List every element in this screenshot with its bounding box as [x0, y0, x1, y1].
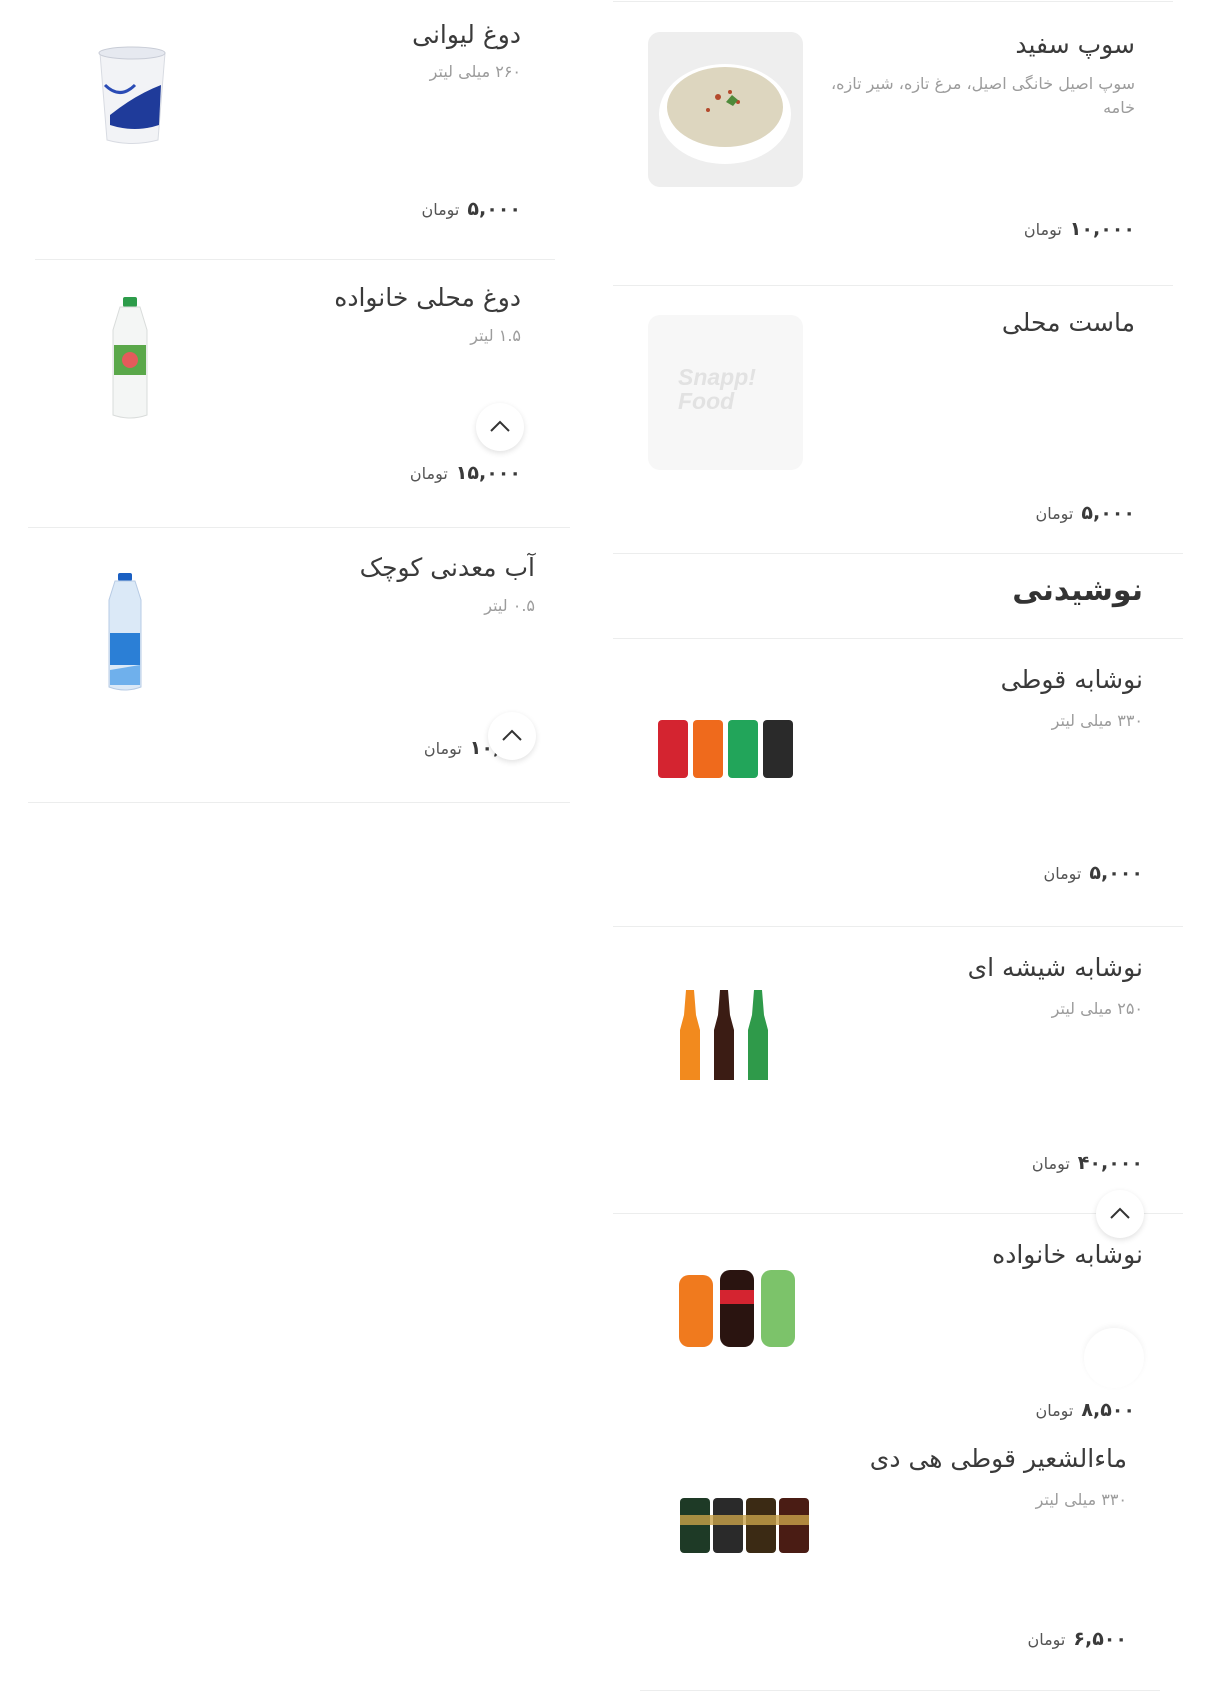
product-image-doogh-cup	[65, 25, 195, 155]
price-currency: تومان	[421, 200, 460, 219]
product-price: ۸,۵۰۰ تومان	[1035, 1399, 1135, 1421]
product-desc: سوپ اصیل خانگی اصیل، مرغ تازه، شیر تازه،…	[830, 74, 1135, 117]
product-desc: ۱.۵ لیتر	[470, 326, 521, 345]
product-price: ۱۵,۰۰۰ تومان	[410, 462, 521, 484]
divider	[613, 285, 1173, 286]
price-amount: ۸,۵۰۰	[1081, 1399, 1135, 1421]
product-title: نوشابه خانواده	[992, 1240, 1143, 1269]
price-amount: ۱۰,۰۰۰	[1069, 218, 1135, 240]
divider	[613, 926, 1183, 927]
price-amount: ۵,۰۰۰	[1089, 862, 1143, 884]
divider	[640, 1690, 1160, 1691]
product-desc: ۰.۵ لیتر	[484, 596, 535, 615]
product-image-water-small	[65, 555, 185, 695]
product-image-doogh-family	[65, 285, 195, 425]
product-desc: ۳۳۰ میلی لیتر	[1035, 1490, 1127, 1509]
price-currency: تومان	[1043, 864, 1082, 883]
section-title-drinks: نوشیدنی	[1012, 573, 1143, 608]
price-currency: تومان	[1023, 220, 1062, 239]
product-image-placeholder: Snapp! Food	[648, 315, 803, 470]
price-currency: تومان	[409, 464, 448, 483]
product-title: ماءالشعیر قوطی هی دی	[869, 1444, 1127, 1473]
product-title: دوغ محلی خانواده	[334, 283, 521, 312]
scroll-up-button[interactable]	[476, 403, 524, 451]
scroll-up-button[interactable]	[1096, 1190, 1144, 1238]
price-currency: تومان	[1027, 1630, 1066, 1649]
product-price: ۵,۰۰۰ تومان	[1035, 502, 1135, 524]
divider	[613, 553, 1183, 554]
product-image-soup	[648, 32, 803, 187]
divider	[613, 638, 1183, 639]
price-amount: ۱۵,۰۰۰	[455, 462, 521, 484]
product-title: نوشابه قوطی	[1000, 665, 1143, 694]
price-amount: ۴۰,۰۰۰	[1077, 1152, 1143, 1174]
price-currency: تومان	[1035, 1401, 1074, 1420]
price-amount: ۵,۰۰۰	[467, 198, 521, 220]
product-title: نوشابه شیشه ای	[967, 953, 1143, 982]
product-desc: ۲۵۰ میلی لیتر	[1051, 999, 1143, 1018]
divider	[613, 1, 1173, 2]
product-desc: ۳۳۰ میلی لیتر	[1051, 711, 1143, 730]
divider	[28, 527, 570, 528]
price-currency: تومان	[1035, 504, 1074, 523]
product-image-malt-can	[670, 1450, 820, 1560]
snappfood-logo: Snapp! Food	[678, 364, 756, 414]
chevron-up-icon	[501, 727, 523, 746]
product-price: ۶,۵۰۰ تومان	[1027, 1628, 1127, 1650]
product-title: سوپ سفید	[1015, 30, 1135, 59]
product-title: ماست محلی	[1001, 308, 1135, 337]
chevron-up-icon	[1109, 1205, 1131, 1224]
price-currency: تومان	[423, 739, 462, 758]
product-image-glass-drink	[648, 960, 803, 1090]
divider	[28, 802, 570, 803]
divider	[35, 259, 555, 260]
product-title: دوغ لیوانی	[412, 20, 521, 49]
scroll-up-button[interactable]	[488, 712, 536, 760]
product-price: ۵,۰۰۰ تومان	[421, 198, 521, 220]
add-button[interactable]	[1084, 1328, 1144, 1388]
chevron-up-icon	[489, 418, 511, 437]
price-amount: ۵,۰۰۰	[1081, 502, 1135, 524]
price-amount: ۶,۵۰۰	[1073, 1628, 1127, 1650]
price-currency: تومان	[1031, 1154, 1070, 1173]
product-price: ۱۰,۰۰۰ تومان	[1024, 218, 1135, 240]
product-price: ۵,۰۰۰ تومان	[1043, 862, 1143, 884]
product-image-can-drink	[648, 665, 803, 785]
product-desc: ۲۶۰ میلی لیتر	[429, 62, 521, 81]
product-image-family-drink	[665, 1255, 805, 1355]
product-title: آب معدنی کوچک	[359, 553, 535, 582]
product-price: ۴۰,۰۰۰ تومان	[1032, 1152, 1143, 1174]
